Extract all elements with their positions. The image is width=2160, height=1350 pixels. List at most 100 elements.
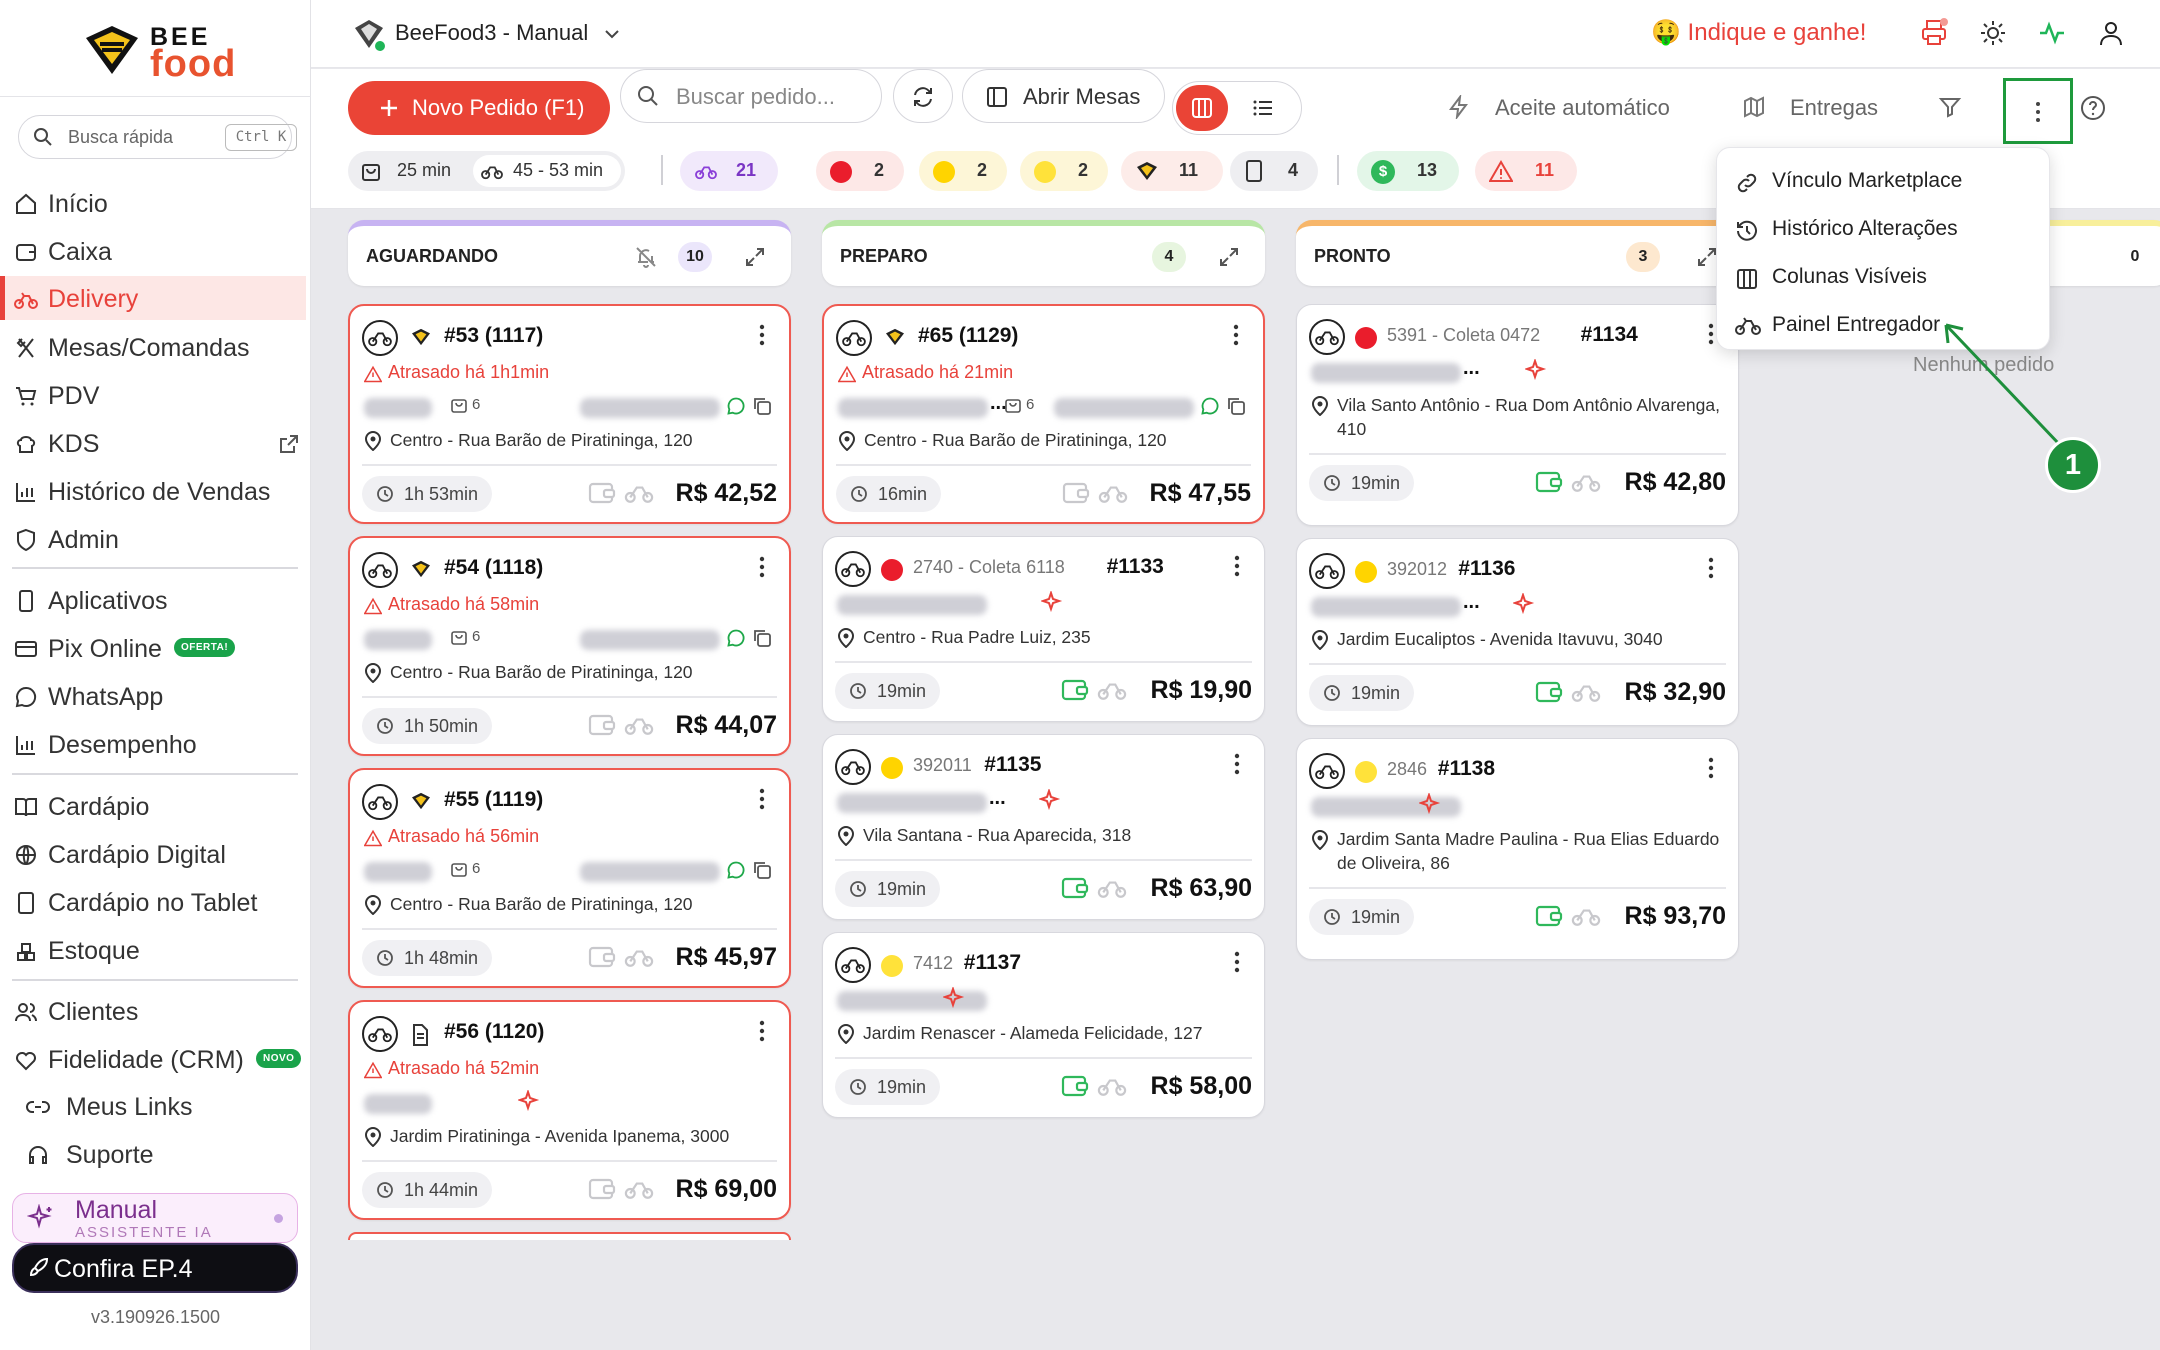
order-card[interactable]: 2740 - Coleta 6118 #1133 Centro - Rua Padr… [822,536,1265,722]
menu-vinculo-marketplace[interactable]: Vínculo Marketplace [1717,158,2051,204]
nav-inicio[interactable]: Início [0,181,311,225]
delivery-type-icon [362,552,398,588]
order-card[interactable]: #54 (1118) Atrasado há 58min 6 Centro - Rua… [348,536,791,756]
expand-icon[interactable] [1696,246,1718,273]
whatsapp-icon[interactable] [726,396,746,421]
ai-assistant-button[interactable]: Manual ASSISTENTE IA [12,1193,298,1243]
dollar-icon: $ [1371,160,1395,184]
nav-cardapio[interactable]: Cardápio [0,784,311,828]
sun-icon[interactable] [1978,18,2008,48]
filter-icon[interactable] [1938,95,1962,119]
activity-icon[interactable] [2037,18,2067,48]
bike-count-chip[interactable]: 21 [680,151,778,191]
order-menu-button[interactable] [759,1020,765,1045]
help-icon[interactable] [2080,95,2106,121]
nav-mesas[interactable]: Mesas/Comandas [0,325,311,369]
ifood-chip[interactable]: 2 [816,151,904,191]
nav-fidelidade[interactable]: Fidelidade (CRM) NOVO [0,1037,311,1081]
menu-colunas-visiveis[interactable]: Colunas Visíveis [1717,254,2051,300]
list-view-icon[interactable] [1251,96,1275,120]
nav-clientes[interactable]: Clientes [0,989,311,1033]
nav-cardapio-digital[interactable]: Cardápio Digital [0,832,311,876]
kanban-view-button[interactable] [1176,85,1228,131]
menu-historico-alteracoes[interactable]: Histórico Alterações [1717,206,2051,252]
expand-icon[interactable] [744,246,766,273]
external-link-icon[interactable] [278,433,300,455]
users-icon [15,1003,37,1022]
order-card[interactable]: #53 (1117) Atrasado há 1h1min 6 Centro - Ru… [348,304,791,524]
nav-historico[interactable]: Histórico de Vendas [0,469,311,513]
more-options-highlight[interactable] [2003,78,2073,144]
expand-icon[interactable] [1218,246,1240,273]
open-tables-button[interactable]: Abrir Mesas [962,69,1165,123]
whatsapp-icon[interactable] [1200,396,1220,421]
nav-aplicativos[interactable]: Aplicativos [0,578,311,622]
printer-icon[interactable] [1919,18,1949,48]
nav-pix-online[interactable]: Pix Online OFERTA! [0,626,311,670]
order-card[interactable]: 2846 #1138 Jardim Santa Madre Paulina - Ru… [1296,738,1739,960]
99-chip[interactable]: 2 [919,151,1007,191]
alert-chip[interactable]: 11 [1475,151,1577,191]
order-menu-button[interactable] [1234,555,1240,580]
order-address: Jardim Renascer - Alameda Felicidade, 12… [837,1021,1247,1045]
copy-icon[interactable] [752,860,772,885]
order-menu-button[interactable] [759,788,765,813]
refresh-button[interactable] [893,69,953,123]
beefood-chip[interactable]: 11 [1121,151,1223,191]
nav-cardapio-tablet[interactable]: Cardápio no Tablet [0,880,311,924]
copy-icon[interactable] [752,628,772,653]
order-menu-button[interactable] [1708,323,1714,348]
quick-search[interactable]: Busca rápida Ctrl K [18,115,297,159]
order-card[interactable]: 392012 #1136... Jardim Eucaliptos - Avenid… [1296,538,1739,726]
courier-icon [624,481,654,510]
money-chip[interactable]: $ 13 [1357,151,1459,191]
order-menu-button[interactable] [759,324,765,349]
order-menu-button[interactable] [1234,753,1240,778]
workspace-name: BeeFood3 - Manual [395,20,589,45]
order-menu-button[interactable] [1234,951,1240,976]
whatsapp-icon[interactable] [726,860,746,885]
referral-link[interactable]: 🤑 Indique e ganhe! [1651,18,1866,47]
order-menu-button[interactable] [1708,757,1714,782]
order-card[interactable]: 5391 - Coleta 0472 #1134... Vila Santo Ant… [1296,304,1739,526]
99-count: 2 [977,160,988,180]
bell-off-icon[interactable] [634,245,658,274]
user-icon[interactable] [2096,18,2126,48]
keeta-chip[interactable]: 2 [1020,151,1108,191]
order-menu-button[interactable] [1233,324,1239,349]
bee-logo-icon [86,26,138,74]
new-order-button[interactable]: Novo Pedido (F1) [348,81,610,135]
order-card[interactable]: #55 (1119) Atrasado há 56min 6 Centro - Rua… [348,768,791,988]
nav-kds[interactable]: KDS [0,421,311,465]
nav-pdv[interactable]: PDV [0,373,311,417]
search-icon [638,86,658,106]
copy-icon[interactable] [752,396,772,421]
order-card[interactable]: 7412 #1137 Jardim Renascer - Alameda Felic… [822,932,1265,1118]
delivery-type-icon [1309,553,1345,589]
order-card[interactable]: 392011 #1135... Vila Santana - Rua Apareci… [822,734,1265,920]
nav-estoque[interactable]: Estoque [0,928,311,972]
order-menu-button[interactable] [759,556,765,581]
nav-delivery[interactable]: Delivery [0,276,306,320]
order-card[interactable]: #65 (1129) Atrasado há 21min... 6 Centro - … [822,304,1265,524]
new-customer-icon [1037,787,1061,816]
time-chip[interactable]: 25 min 45 - 53 min [348,151,625,191]
confira-button[interactable]: Confira EP.4 [12,1243,298,1293]
copy-icon[interactable] [1226,396,1246,421]
workspace-selector[interactable]: BeeFood3 - Manual [351,16,619,52]
order-search-input[interactable]: Buscar pedido... [620,69,882,123]
nav-whatsapp[interactable]: WhatsApp [0,674,311,718]
item-count: 6 [450,860,480,877]
delivery-type-icon [835,551,871,587]
tablet-chip[interactable]: 4 [1230,151,1318,191]
beefood-logo[interactable]: BEE food [80,22,240,84]
money-count: 13 [1417,160,1438,180]
whatsapp-icon[interactable] [726,628,746,653]
nav-caixa[interactable]: Caixa [0,229,311,273]
order-menu-button[interactable] [1708,557,1714,582]
nav-meus-links[interactable]: Meus Links [0,1084,311,1128]
nav-suporte[interactable]: Suporte [0,1132,311,1176]
nav-admin[interactable]: Admin [0,517,311,561]
nav-desempenho[interactable]: Desempenho [0,722,311,766]
order-card[interactable]: #56 (1120) Atrasado há 52min Jardim Pirati… [348,1000,791,1220]
